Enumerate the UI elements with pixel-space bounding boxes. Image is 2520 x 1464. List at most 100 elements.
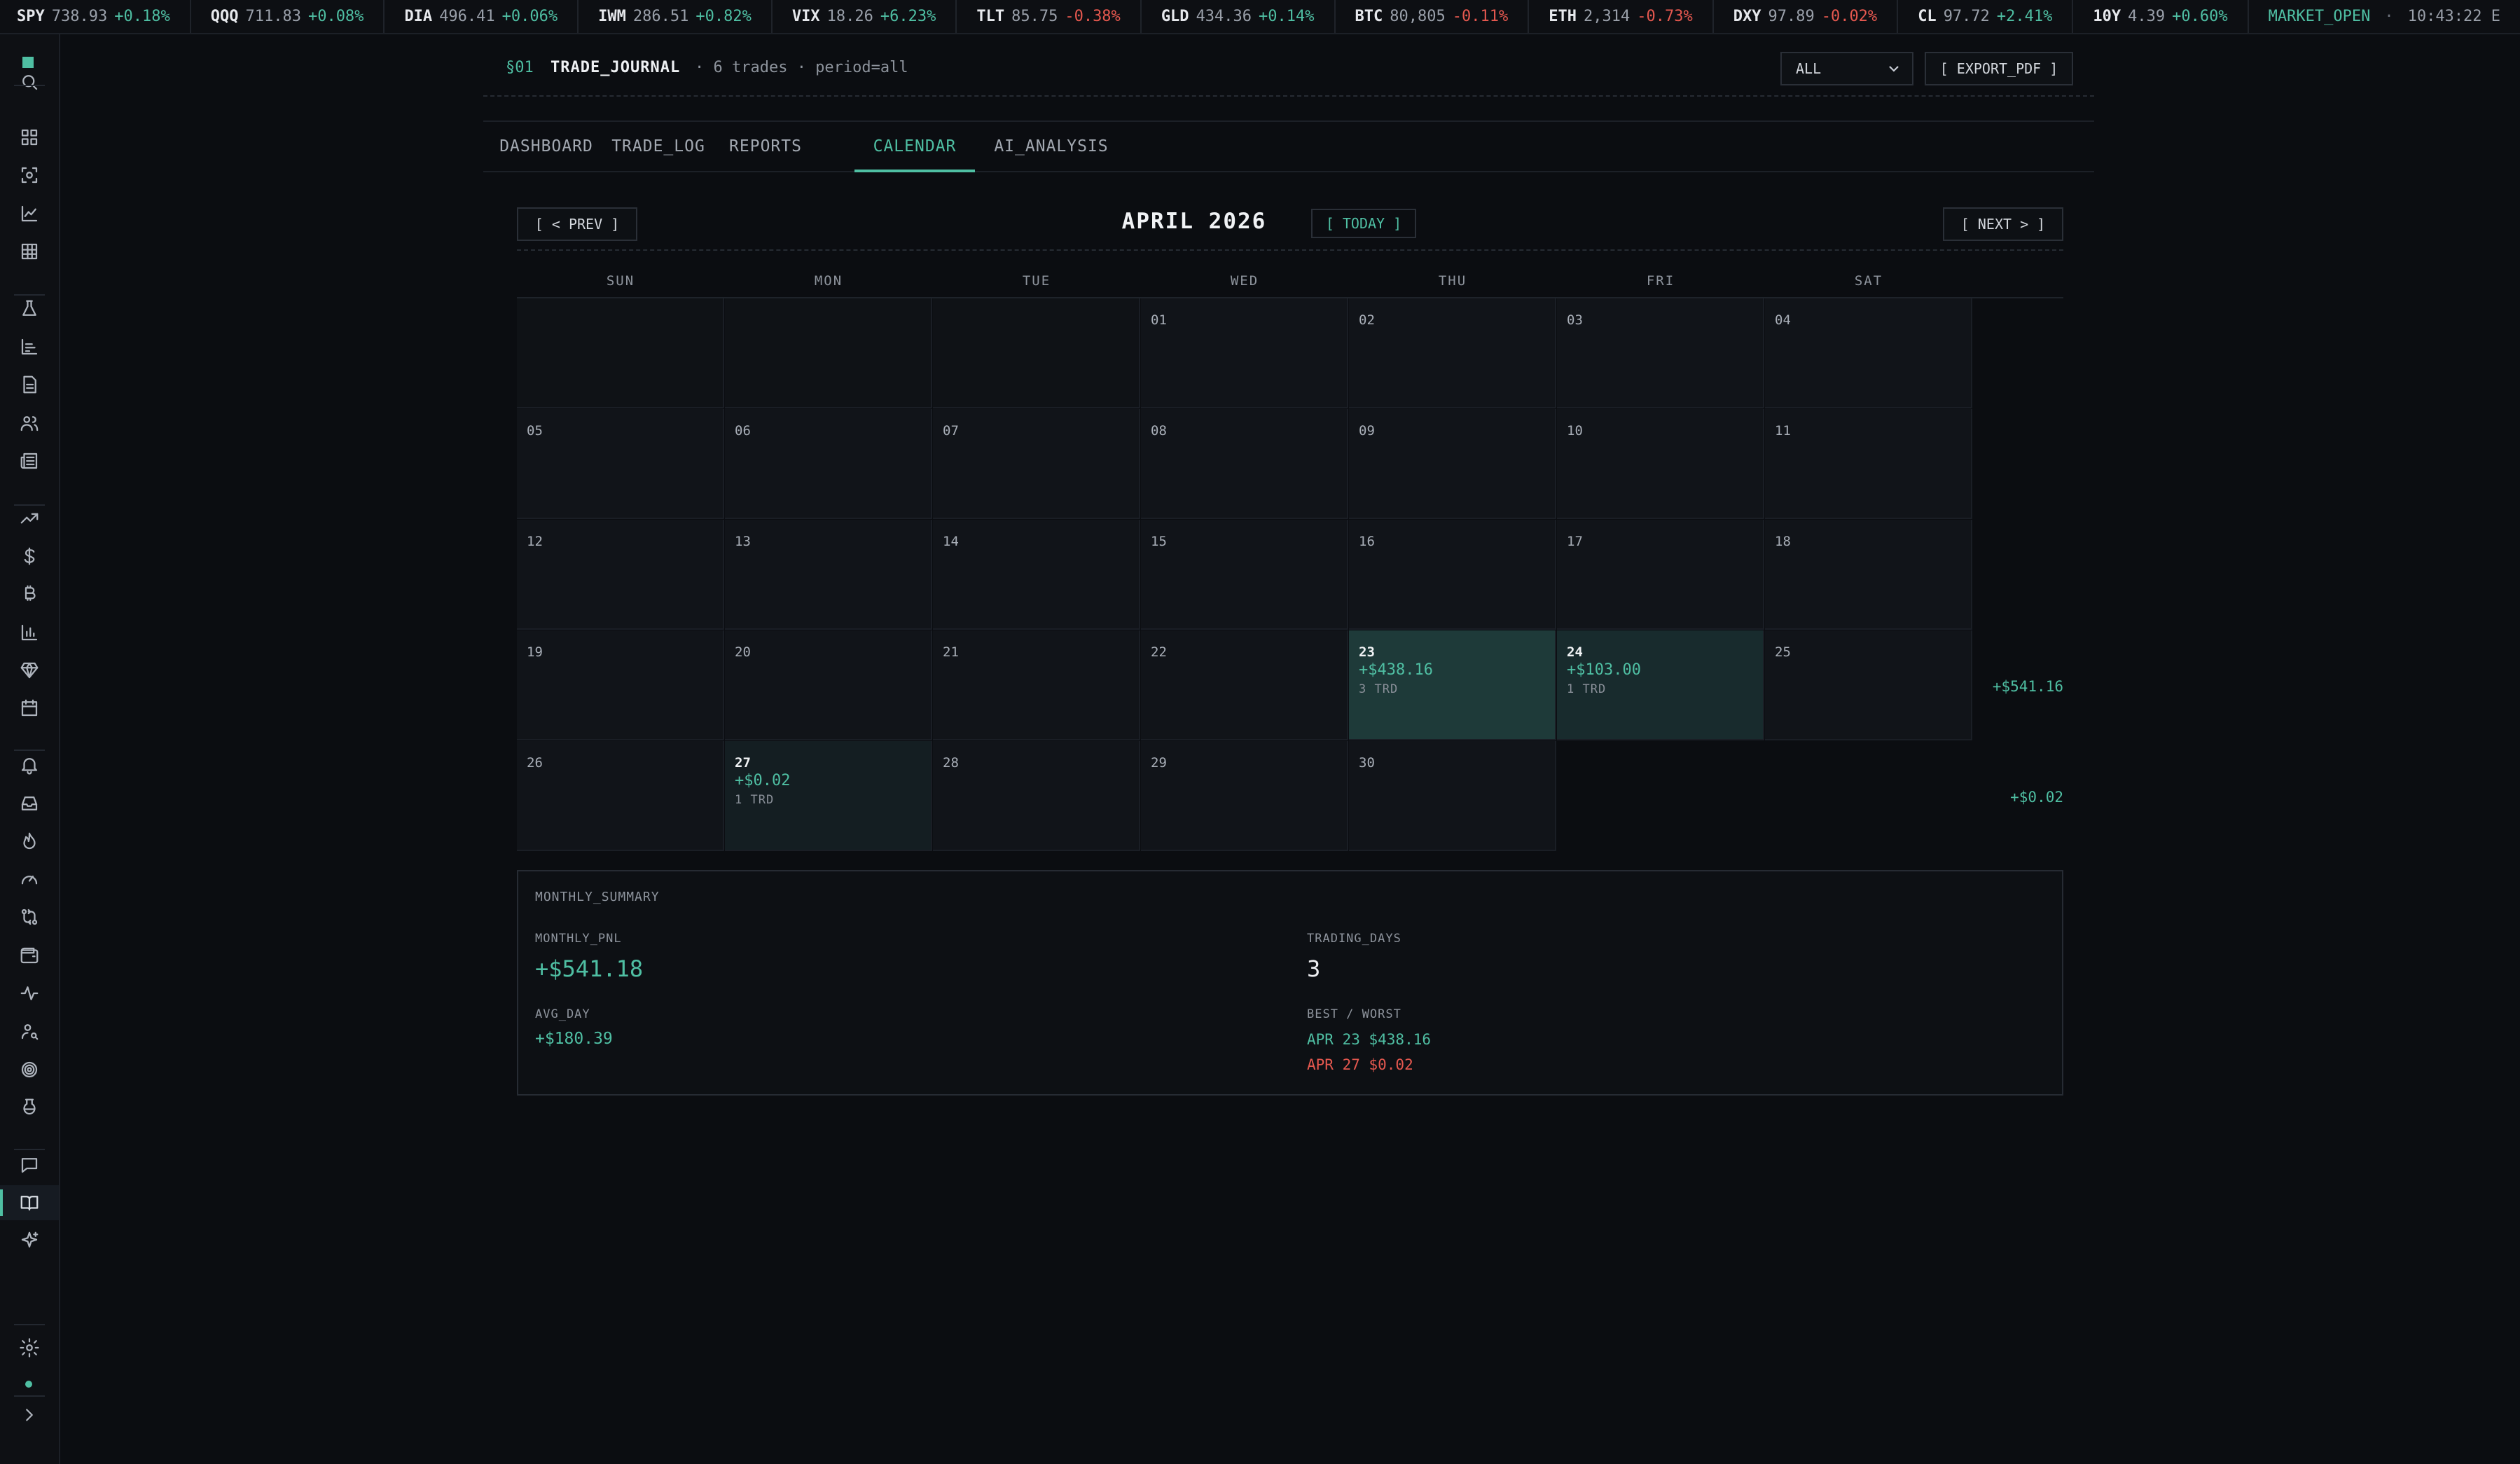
users-icon[interactable] [0,406,59,441]
expand-icon[interactable] [0,1397,59,1432]
calendar-divider [517,249,2063,251]
search-icon[interactable] [0,64,59,99]
ticker-item[interactable]: QQQ 711.83 +0.08% [191,0,385,33]
ticker-item[interactable]: DIA 496.41 +0.06% [385,0,579,33]
book-open-icon[interactable] [0,1185,59,1220]
ticker-item[interactable]: CL 97.72 +2.41% [1898,0,2074,33]
day-number: 04 [1775,312,1791,328]
period-select[interactable]: ALL [1780,52,1913,85]
calendar-day[interactable]: 19 [517,630,724,740]
ticker-item[interactable]: BTC 80,805 -0.11% [1336,0,1530,33]
calendar-day[interactable]: 04 [1765,298,1972,408]
calendar-day[interactable]: 08 [1141,409,1348,519]
sparkles-icon[interactable] [0,1223,59,1258]
gauge-icon[interactable] [0,862,59,897]
tab-ai-analysis[interactable]: AI_ANALYSIS [992,122,1111,171]
calendar-day[interactable]: 20 [725,630,932,740]
day-number: 11 [1775,423,1791,438]
calendar-day[interactable]: 17 [1557,520,1764,630]
prev-month-button[interactable]: [ < PREV ] [517,207,637,241]
calendar-day[interactable]: 11 [1765,409,1972,519]
column-chart-icon[interactable] [0,615,59,650]
calendar-day[interactable]: 26 [517,741,724,851]
calendar-day[interactable]: 25 [1765,630,1972,740]
ticker-change: +0.14% [1259,8,1315,25]
grid-icon[interactable] [0,234,59,269]
calendar-day[interactable]: 07 [933,409,1140,519]
calendar-day[interactable]: 12 [517,520,724,630]
calendar-day[interactable]: 10 [1557,409,1764,519]
ticker-item[interactable]: GLD 434.36 +0.14% [1142,0,1336,33]
ticker-item[interactable]: TLT 85.75 -0.38% [957,0,1142,33]
target-icon[interactable] [0,1052,59,1087]
calendar-day[interactable]: 30 [1349,741,1556,851]
calendar-day[interactable]: 21 [933,630,1140,740]
calendar-day[interactable]: 03 [1557,298,1764,408]
bitcoin-icon[interactable] [0,576,59,612]
calendar-day[interactable]: 16 [1349,520,1556,630]
line-chart-icon[interactable] [0,196,59,231]
beaker-icon[interactable] [0,1090,59,1125]
calendar-day[interactable]: 02 [1349,298,1556,408]
exchange-icon[interactable] [0,899,59,934]
calendar-day[interactable]: 18 [1765,520,1972,630]
activity-icon[interactable] [0,976,59,1011]
flame-icon[interactable] [0,824,59,859]
inbox-icon[interactable] [0,786,59,821]
calendar-day[interactable]: 28 [933,741,1140,851]
dollar-icon[interactable] [0,539,59,574]
calendar-day[interactable]: 05 [517,409,724,519]
tab-trade-log[interactable]: TRADE_LOG [611,122,705,171]
today-button[interactable]: [ TODAY ] [1311,209,1416,238]
settings-icon[interactable] [0,1330,59,1365]
ticker-price: 97.89 [1768,8,1815,25]
ticker-item[interactable]: 10Y 4.39 +0.60% [2073,0,2249,33]
calendar-day[interactable]: 09 [1349,409,1556,519]
trending-up-icon[interactable] [0,501,59,536]
wallet-icon[interactable] [0,938,59,973]
ticker-item[interactable]: IWM 286.51 +0.82% [579,0,773,33]
sidebar-divider [14,85,45,86]
tab-reports[interactable]: REPORTS [728,122,803,171]
dashboard-icon[interactable] [0,120,59,155]
flask-icon[interactable] [0,291,59,326]
page-header: §01 TRADE_JOURNAL · 6 trades · period=al… [483,42,2094,97]
gem-icon[interactable] [0,653,59,688]
calendar-day-trade[interactable]: 24 +$103.00 1 TRD [1557,630,1764,740]
calendar-day-trade[interactable]: 27 +$0.02 1 TRD [725,741,932,851]
tab-dashboard[interactable]: DASHBOARD [499,122,593,171]
next-month-button[interactable]: [ NEXT > ] [1943,207,2063,241]
calendar-day[interactable]: 22 [1141,630,1348,740]
ticker-price: 496.41 [439,8,495,25]
ticker-symbol: CL [1918,8,1937,25]
export-pdf-button[interactable]: [ EXPORT_PDF ] [1925,52,2073,85]
tab-calendar[interactable]: CALENDAR [854,122,975,172]
calendar-icon[interactable] [0,691,59,726]
bar-chart-icon[interactable] [0,329,59,364]
calendar-day[interactable]: 13 [725,520,932,630]
calendar-day[interactable]: 01 [1141,298,1348,408]
calendar-day[interactable]: 06 [725,409,932,519]
document-icon[interactable] [0,367,59,402]
ticker-item[interactable]: SPY 738.93 +0.18% [0,0,191,33]
calendar-day-trade[interactable]: 23 +$438.16 3 TRD [1349,630,1556,740]
chevron-down-icon [1885,60,1902,77]
page-meta: · 6 trades · period=all [695,59,908,76]
calendar-day[interactable]: 15 [1141,520,1348,630]
day-number: 29 [1151,755,1167,771]
calendar-day[interactable]: 14 [933,520,1140,630]
ticker-item[interactable]: ETH 2,314 -0.73% [1529,0,1714,33]
day-number: 21 [943,644,959,660]
ticker-symbol: SPY [17,8,45,25]
day-number: 10 [1567,423,1583,438]
user-search-icon[interactable] [0,1014,59,1049]
ticker-symbol: 10Y [2093,8,2121,25]
chat-icon[interactable] [0,1147,59,1182]
ticker-change: +0.18% [114,8,170,25]
ticker-item[interactable]: VIX 18.26 +6.23% [773,0,957,33]
bell-icon[interactable] [0,747,59,782]
scan-icon[interactable] [0,158,59,193]
calendar-day[interactable]: 29 [1141,741,1348,851]
ticker-item[interactable]: DXY 97.89 -0.02% [1714,0,1899,33]
newspaper-icon[interactable] [0,443,59,478]
